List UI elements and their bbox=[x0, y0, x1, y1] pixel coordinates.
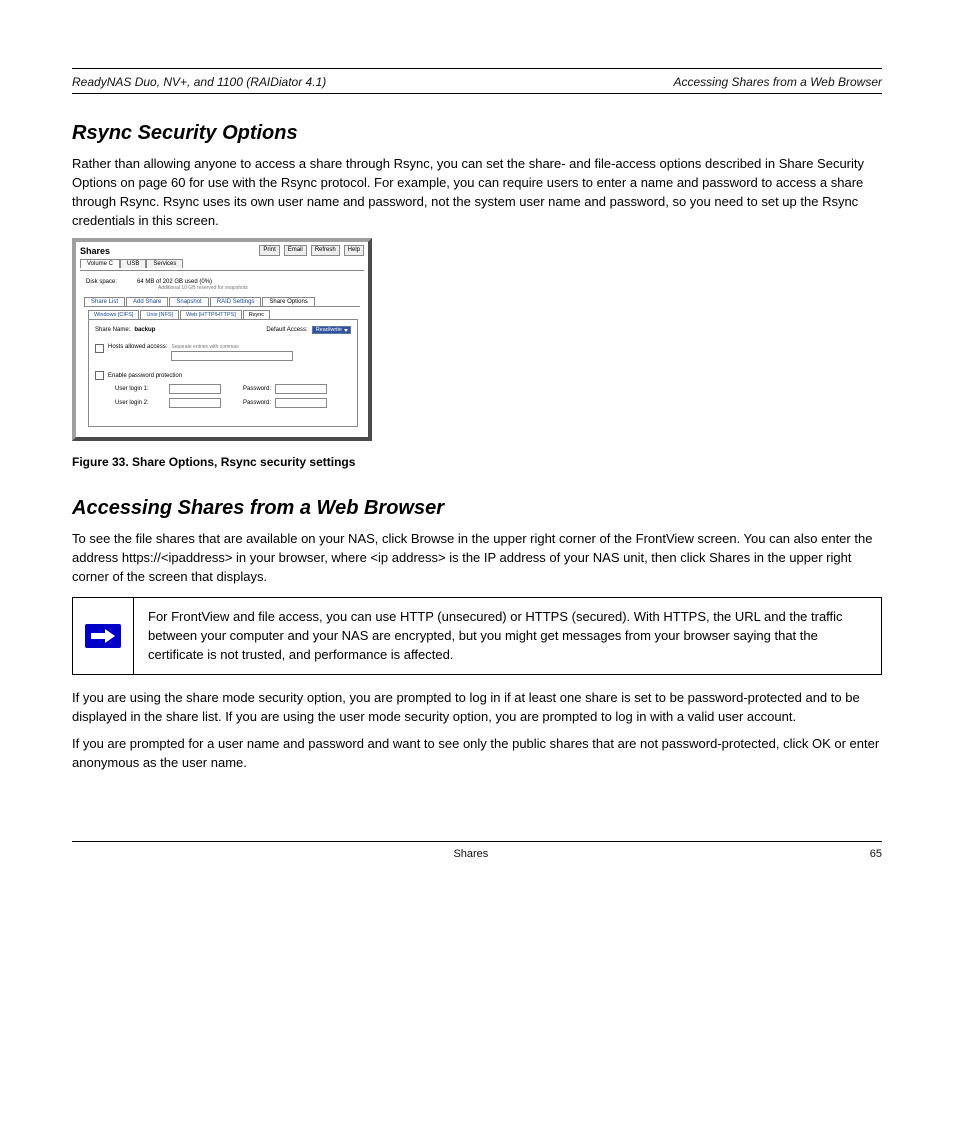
shot-password2-input[interactable] bbox=[275, 398, 327, 408]
shot-tab-services[interactable]: Services bbox=[146, 259, 183, 268]
figure-caption: Figure 33. Share Options, Rsync security… bbox=[72, 455, 882, 469]
shot-user-login2-label: User login 2: bbox=[115, 400, 165, 406]
note-icon-cell bbox=[73, 598, 134, 675]
shot-user-login1-label: User login 1: bbox=[115, 386, 165, 392]
shot-enable-password-label: Enable password protection bbox=[108, 373, 182, 379]
header-left: ReadyNAS Duo, NV+, and 1100 (RAIDiator 4… bbox=[72, 75, 326, 89]
shot-disk-label: Disk space: bbox=[86, 279, 117, 285]
header-rule-bottom bbox=[72, 93, 882, 94]
shot-hosts-input[interactable] bbox=[171, 351, 293, 361]
shot-hosts-label: Hosts allowed access: bbox=[108, 344, 167, 350]
shot-email-button[interactable]: Email bbox=[284, 245, 307, 256]
intro-paragraph: Rather than allowing anyone to access a … bbox=[72, 155, 882, 230]
shot-ptab-cifs[interactable]: Windows [CIFS] bbox=[88, 310, 139, 319]
screenshot-share-options-rsync: Shares Print Email Refresh Help Volume C… bbox=[72, 238, 372, 441]
note-text: For FrontView and file access, you can u… bbox=[134, 598, 881, 675]
shot-disk-subtext: Additional 10 GB reserved for snapshots bbox=[80, 285, 364, 291]
arrow-right-icon bbox=[85, 624, 121, 648]
shot-default-access-label: Default Access: bbox=[266, 327, 307, 333]
shot-top-buttons: Print Email Refresh Help bbox=[257, 245, 364, 256]
footer-page-number: 65 bbox=[870, 848, 882, 860]
shot-hosts-hint: Separate entries with commas bbox=[171, 344, 351, 350]
shot-ptab-rsync[interactable]: Rsync bbox=[243, 310, 270, 319]
shot-tab-share-options[interactable]: Share Options bbox=[262, 297, 314, 306]
accessing-shares-p1: To see the file shares that are availabl… bbox=[72, 530, 882, 587]
section-title-rsync-security: Rsync Security Options bbox=[72, 122, 882, 145]
page-footer: Shares 65 bbox=[72, 842, 882, 860]
shot-ptab-http[interactable]: Web [HTTP/HTTPS] bbox=[180, 310, 242, 319]
shot-share-name-value: backup bbox=[134, 327, 155, 333]
shot-user-login2-input[interactable] bbox=[169, 398, 221, 408]
shot-enable-password-checkbox[interactable] bbox=[95, 371, 104, 380]
shot-password1-input[interactable] bbox=[275, 384, 327, 394]
accessing-shares-p2: If you are using the share mode security… bbox=[72, 689, 882, 727]
page-header: ReadyNAS Duo, NV+, and 1100 (RAIDiator 4… bbox=[72, 69, 882, 93]
shot-tab-add-share[interactable]: Add Share bbox=[126, 297, 168, 306]
shot-share-name-label: Share Name: bbox=[95, 327, 130, 333]
section-title-accessing-shares: Accessing Shares from a Web Browser bbox=[72, 497, 882, 520]
shot-help-button[interactable]: Help bbox=[344, 245, 364, 256]
shot-tab-snapshot[interactable]: Snapshot bbox=[169, 297, 208, 306]
footer-center: Shares bbox=[72, 848, 870, 860]
shot-password1-label: Password: bbox=[243, 386, 271, 392]
shot-refresh-button[interactable]: Refresh bbox=[311, 245, 340, 256]
shot-title: Shares bbox=[80, 246, 110, 256]
shot-rsync-panel: Share Name: backup Default Access: Read/… bbox=[88, 320, 358, 427]
shot-user-login1-input[interactable] bbox=[169, 384, 221, 394]
note-box: For FrontView and file access, you can u… bbox=[72, 597, 882, 676]
shot-protocol-tabs: Windows [CIFS] Unix [NFS] Web [HTTP/HTTP… bbox=[88, 310, 358, 320]
shot-tab-volume-c[interactable]: Volume C bbox=[80, 259, 120, 268]
header-right: Accessing Shares from a Web Browser bbox=[673, 75, 882, 89]
shot-inner-tabs: Share List Add Share Snapshot RAID Setti… bbox=[84, 297, 360, 307]
shot-hosts-checkbox[interactable] bbox=[95, 344, 104, 353]
accessing-shares-p3: If you are prompted for a user name and … bbox=[72, 735, 882, 773]
shot-tab-share-list[interactable]: Share List bbox=[84, 297, 125, 306]
shot-tab-usb[interactable]: USB bbox=[120, 259, 146, 268]
shot-password2-label: Password: bbox=[243, 400, 271, 406]
shot-default-access-select[interactable]: Read/write bbox=[312, 326, 351, 334]
shot-top-tabs: Volume C USB Services bbox=[80, 259, 364, 268]
shot-print-button[interactable]: Print bbox=[259, 245, 279, 256]
shot-ptab-nfs[interactable]: Unix [NFS] bbox=[140, 310, 179, 319]
shot-tab-raid-settings[interactable]: RAID Settings bbox=[210, 297, 262, 306]
